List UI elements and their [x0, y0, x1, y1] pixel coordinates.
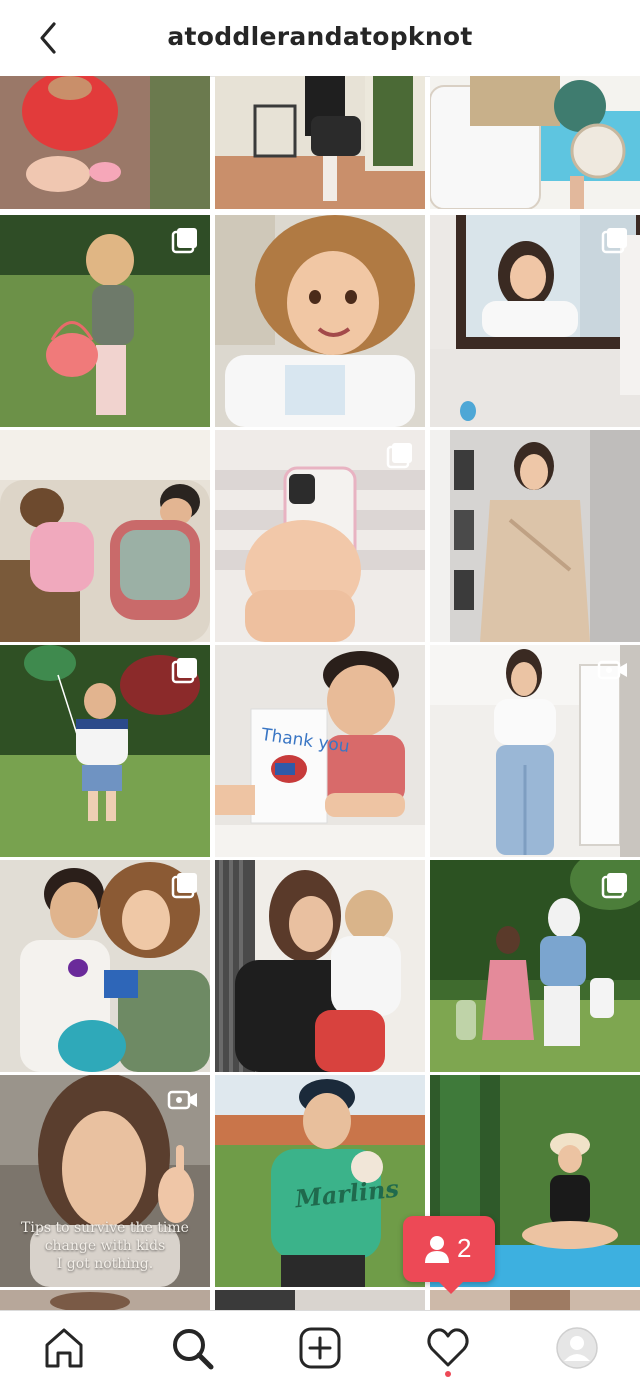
post-tile[interactable]: Tips to survive the time change with kid… — [0, 1075, 210, 1287]
post-tile[interactable] — [430, 645, 640, 857]
post-tile[interactable] — [430, 215, 640, 427]
search-icon — [173, 1329, 214, 1370]
nav-search[interactable] — [169, 1325, 215, 1371]
activity-dot — [445, 1371, 451, 1377]
video-icon — [597, 660, 627, 680]
post-tile[interactable] — [430, 860, 640, 1072]
post-tile[interactable] — [0, 860, 210, 1072]
carousel-icon — [601, 228, 627, 254]
video-icon — [167, 1090, 197, 1110]
post-tile[interactable] — [430, 76, 640, 209]
post-tile[interactable] — [0, 76, 210, 209]
top-bar: atoddlerandatopknot — [0, 0, 640, 77]
carousel-icon — [171, 873, 197, 899]
notification-count: 2 — [457, 1233, 472, 1263]
post-tile[interactable] — [0, 430, 210, 642]
bottom-navigation — [0, 1310, 640, 1387]
nav-new-post[interactable] — [297, 1325, 343, 1371]
post-tile[interactable] — [0, 1290, 210, 1310]
post-tile[interactable] — [215, 1290, 425, 1310]
nav-profile[interactable] — [554, 1325, 600, 1371]
post-tile[interactable] — [215, 76, 425, 209]
plus-square-icon — [299, 1327, 341, 1369]
carousel-icon — [386, 443, 412, 469]
avatar-icon — [556, 1327, 598, 1369]
nav-activity[interactable] — [425, 1325, 471, 1371]
post-tile[interactable] — [215, 215, 425, 427]
carousel-icon — [171, 658, 197, 684]
posts-grid: Thank you Tips to survive the time chang… — [0, 76, 640, 1310]
profile-username: atoddlerandatopknot — [167, 22, 473, 51]
post-tile[interactable] — [430, 430, 640, 642]
post-tile[interactable] — [0, 215, 210, 427]
person-icon — [425, 1236, 449, 1263]
post-tile[interactable] — [215, 430, 425, 642]
post-tile[interactable] — [215, 860, 425, 1072]
heart-icon — [427, 1328, 469, 1367]
carousel-icon — [171, 228, 197, 254]
carousel-icon — [601, 873, 627, 899]
home-icon — [45, 1328, 83, 1368]
video-caption: Tips to survive the time change with kid… — [21, 1220, 189, 1272]
activity-notification-bubble[interactable]: 2 — [403, 1216, 495, 1294]
post-tile[interactable]: Marlins — [215, 1075, 425, 1287]
post-tile[interactable] — [0, 645, 210, 857]
post-tile[interactable]: Thank you — [215, 645, 425, 857]
nav-home[interactable] — [41, 1325, 87, 1371]
